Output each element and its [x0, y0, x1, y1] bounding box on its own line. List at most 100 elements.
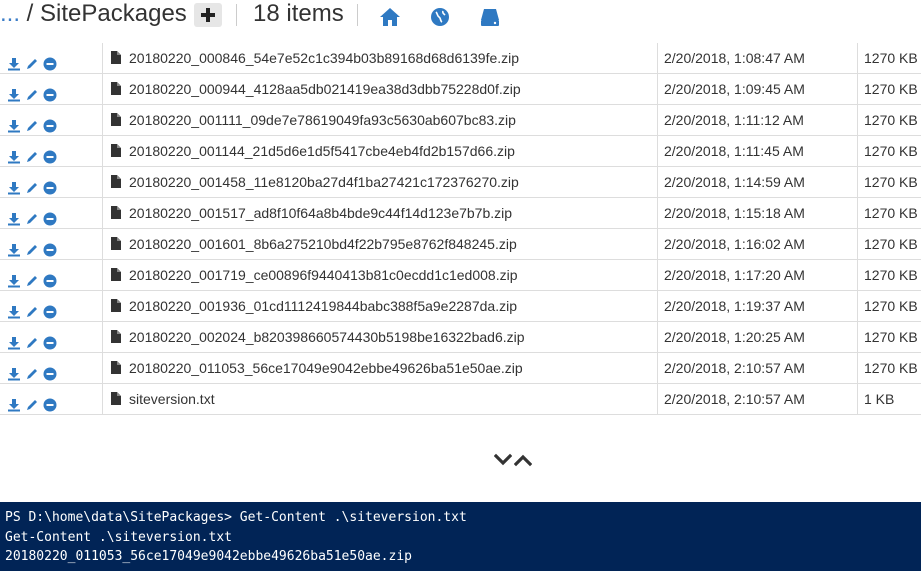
file-icon — [111, 267, 129, 283]
download-icon[interactable] — [7, 299, 21, 319]
file-name-cell[interactable]: 20180220_000944_4128aa5db021419ea38d3dbb… — [103, 74, 658, 105]
file-date: 2/20/2018, 1:11:12 AM — [658, 105, 858, 136]
download-icon[interactable] — [7, 51, 21, 71]
file-date: 2/20/2018, 1:16:02 AM — [658, 229, 858, 260]
minus-circle-icon[interactable] — [43, 330, 57, 350]
minus-circle-icon[interactable] — [43, 361, 57, 381]
pencil-icon[interactable] — [25, 330, 39, 348]
download-icon[interactable] — [7, 144, 21, 164]
row-actions — [0, 43, 103, 74]
minus-circle-icon[interactable] — [43, 51, 57, 71]
file-name-cell[interactable]: 20180220_001719_ce00896f9440413b81c0ecdd… — [103, 260, 658, 291]
file-name-cell[interactable]: 20180220_001458_11e8120ba27d4f1ba27421c1… — [103, 167, 658, 198]
file-size: 1270 KB — [864, 360, 918, 376]
file-date: 2/20/2018, 1:09:45 AM — [658, 74, 858, 105]
pencil-icon[interactable] — [25, 299, 39, 317]
download-icon[interactable] — [7, 330, 21, 350]
file-name: 20180220_001601_8b6a275210bd4f22b795e876… — [129, 236, 517, 252]
row-actions — [0, 353, 103, 384]
file-size: 1270 KB — [864, 298, 918, 314]
file-icon — [111, 360, 129, 376]
minus-circle-icon[interactable] — [43, 299, 57, 319]
file-name-cell[interactable]: 20180220_001111_09de7e78619049fa93c5630a… — [103, 105, 658, 136]
add-button[interactable] — [194, 3, 222, 27]
pencil-icon[interactable] — [25, 113, 39, 131]
item-count: 18 items — [253, 0, 344, 27]
breadcrumb-parent-link[interactable]: ... — [0, 0, 20, 27]
pencil-icon[interactable] — [25, 268, 39, 286]
download-icon[interactable] — [7, 361, 21, 381]
header-bar: ... / SitePackages 18 items — [0, 0, 921, 48]
pencil-icon[interactable] — [25, 82, 39, 100]
header-divider — [236, 4, 237, 26]
minus-circle-icon[interactable] — [43, 82, 57, 102]
disk-icon[interactable] — [479, 6, 501, 28]
file-icon — [111, 236, 129, 252]
file-name-cell[interactable]: 20180220_011053_56ce17049e9042ebbe49626b… — [103, 353, 658, 384]
download-icon[interactable] — [7, 237, 21, 257]
file-date: 2/20/2018, 1:14:59 AM — [658, 167, 858, 198]
pencil-icon[interactable] — [25, 144, 39, 162]
file-name: 20180220_000846_54e7e52c1c394b03b89168d6… — [129, 50, 520, 66]
pencil-icon[interactable] — [25, 361, 39, 379]
panel-resizer[interactable] — [494, 452, 534, 468]
home-icon[interactable] — [379, 6, 401, 28]
file-date: 2/20/2018, 1:19:37 AM — [658, 291, 858, 322]
download-icon[interactable] — [7, 392, 21, 412]
file-icon — [111, 329, 129, 345]
file-name: siteversion.txt — [129, 391, 215, 407]
pencil-icon[interactable] — [25, 175, 39, 193]
download-icon[interactable] — [7, 175, 21, 195]
file-name: 20180220_001719_ce00896f9440413b81c0ecdd… — [129, 267, 518, 283]
minus-circle-icon[interactable] — [43, 175, 57, 195]
file-name-cell[interactable]: 20180220_002024_b820398660574430b5198be1… — [103, 322, 658, 353]
file-name-cell[interactable]: 20180220_001601_8b6a275210bd4f22b795e876… — [103, 229, 658, 260]
download-icon[interactable] — [7, 82, 21, 102]
file-name-cell[interactable]: 20180220_001144_21d5d6e1d5f5417cbe4eb4fd… — [103, 136, 658, 167]
pencil-icon[interactable] — [25, 51, 39, 69]
file-size: 1 KB — [864, 391, 895, 407]
file-name: 20180220_001458_11e8120ba27d4f1ba27421c1… — [129, 174, 519, 190]
file-name: 20180220_002024_b820398660574430b5198be1… — [129, 329, 525, 345]
download-icon[interactable] — [7, 268, 21, 288]
table-row: 20180220_001936_01cd1112419844babc388f5a… — [0, 291, 921, 322]
minus-circle-icon[interactable] — [43, 113, 57, 133]
download-icon[interactable] — [7, 206, 21, 226]
file-name: 20180220_001517_ad8f10f64a8b4bde9c44f14d… — [129, 205, 513, 221]
minus-circle-icon[interactable] — [43, 392, 57, 412]
file-name-cell[interactable]: siteversion.txt — [103, 384, 658, 415]
file-icon — [111, 81, 129, 97]
file-name-cell[interactable]: 20180220_001517_ad8f10f64a8b4bde9c44f14d… — [103, 198, 658, 229]
file-name-cell[interactable]: 20180220_001936_01cd1112419844babc388f5a… — [103, 291, 658, 322]
pencil-icon[interactable] — [25, 392, 39, 410]
console-line: 20180220_011053_56ce17049e9042ebbe49626b… — [5, 549, 412, 564]
breadcrumb: ... / SitePackages — [0, 0, 187, 28]
minus-circle-icon[interactable] — [43, 206, 57, 226]
file-icon — [111, 50, 129, 66]
minus-circle-icon[interactable] — [43, 237, 57, 257]
minus-circle-icon[interactable] — [43, 268, 57, 288]
chevron-down-icon[interactable] — [494, 452, 512, 468]
row-actions — [0, 322, 103, 353]
minus-circle-icon[interactable] — [43, 144, 57, 164]
file-name-cell[interactable]: 20180220_000846_54e7e52c1c394b03b89168d6… — [103, 43, 658, 74]
row-actions — [0, 229, 103, 260]
pencil-icon[interactable] — [25, 206, 39, 224]
file-date: 2/20/2018, 2:10:57 AM — [658, 353, 858, 384]
file-size: 1270 KB — [864, 143, 918, 159]
globe-icon[interactable] — [429, 6, 451, 28]
pencil-icon[interactable] — [25, 237, 39, 255]
file-name: 20180220_000944_4128aa5db021419ea38d3dbb… — [129, 81, 521, 97]
row-actions — [0, 384, 103, 415]
file-size: 1270 KB — [864, 329, 918, 345]
breadcrumb-separator: / — [20, 0, 41, 27]
powershell-console[interactable]: PS D:\home\data\SitePackages> Get-Conten… — [0, 502, 921, 571]
table-row: siteversion.txt 2/20/2018, 2:10:57 AM 1 KB — [0, 384, 921, 415]
chevron-up-icon[interactable] — [514, 452, 532, 468]
row-actions — [0, 105, 103, 136]
file-size: 1270 KB — [864, 81, 918, 97]
table-row: 20180220_001517_ad8f10f64a8b4bde9c44f14d… — [0, 198, 921, 229]
file-date: 2/20/2018, 1:20:25 AM — [658, 322, 858, 353]
download-icon[interactable] — [7, 113, 21, 133]
row-actions — [0, 136, 103, 167]
